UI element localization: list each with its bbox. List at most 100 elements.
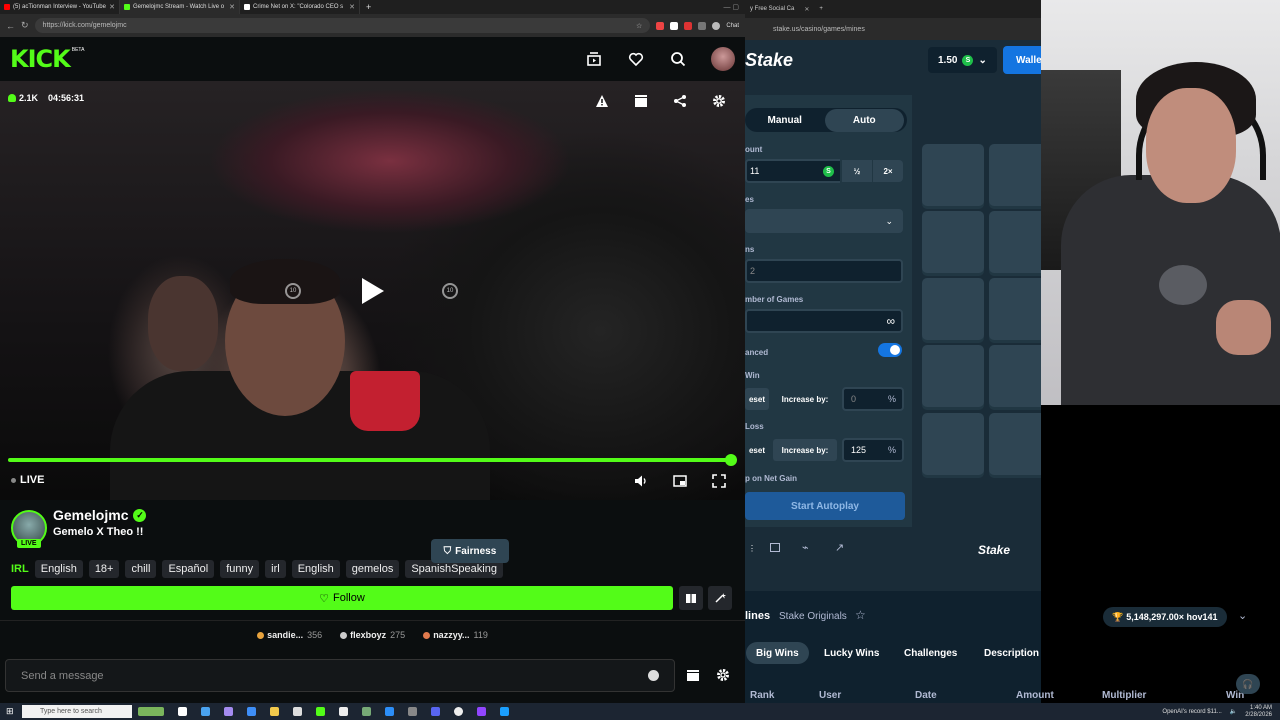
browser-tab-kick[interactable]: Gemelojmc Stream - Watch Live o ✕ — [120, 0, 240, 14]
live-indicator[interactable]: LIVE — [11, 474, 44, 486]
volume-icon[interactable]: 🔈 — [1230, 708, 1237, 715]
taskbar-app-icon[interactable] — [293, 707, 302, 716]
taskbar-app-icon[interactable] — [339, 707, 348, 716]
taskbar-app-icon[interactable] — [270, 707, 279, 716]
tab-auto[interactable]: Auto — [824, 108, 904, 132]
close-tab-icon[interactable]: ✕ — [109, 3, 115, 11]
mine-tile[interactable] — [989, 345, 1041, 407]
mine-tile[interactable] — [922, 211, 984, 273]
browser-tab-youtube[interactable]: (5) acTionman Interview - YouTube ✕ — [0, 0, 120, 14]
mine-tile[interactable] — [922, 413, 984, 475]
tag[interactable]: funny — [220, 560, 260, 578]
tag[interactable]: 18+ — [88, 560, 120, 578]
url-field[interactable]: https://kick.com/gemelojmc ☆ — [34, 18, 651, 33]
footer-toolbar-icon[interactable]: ⋮ — [748, 544, 756, 553]
taskbar-app-icon[interactable] — [454, 707, 463, 716]
tag[interactable]: English — [291, 560, 340, 578]
taskbar-app-icon[interactable] — [178, 707, 187, 716]
tag[interactable]: irl — [265, 560, 286, 578]
on-loss-reset-button[interactable]: eset — [745, 439, 769, 461]
picture-in-picture-icon[interactable] — [672, 473, 688, 489]
chevron-down-icon[interactable]: ⌄ — [1238, 609, 1247, 622]
advanced-toggle[interactable] — [878, 343, 902, 357]
on-loss-percent-input[interactable]: 125% — [842, 438, 904, 462]
emoji-icon[interactable] — [648, 670, 659, 681]
popout-icon[interactable]: ↗ — [835, 541, 844, 554]
chat-input[interactable]: Send a message — [5, 659, 675, 692]
gift-sub-button[interactable] — [679, 586, 703, 610]
gems-input[interactable]: 2 — [745, 259, 903, 283]
theatre-mode-icon[interactable] — [770, 543, 780, 552]
tab-lucky-wins[interactable]: Lucky Wins — [814, 642, 889, 664]
emote-tools-button[interactable] — [708, 586, 732, 610]
rewind-10-icon[interactable]: 10 — [285, 283, 301, 299]
browser-tab-x[interactable]: Crime Net on X: "Colorado CEO s ✕ — [240, 0, 360, 14]
new-tab-button[interactable]: + — [819, 6, 823, 12]
on-win-percent-input[interactable]: 0% — [842, 387, 904, 411]
bookmark-icon[interactable]: ☆ — [636, 22, 642, 30]
star-icon[interactable]: ☆ — [855, 608, 866, 622]
mine-tile[interactable] — [922, 278, 984, 340]
progress-bar[interactable] — [8, 454, 737, 466]
chat-settings-icon[interactable] — [716, 668, 730, 687]
progress-handle[interactable] — [725, 454, 737, 466]
follow-button[interactable]: ♡ Follow — [11, 586, 673, 610]
volume-icon[interactable] — [633, 473, 649, 489]
tag[interactable]: English — [34, 560, 83, 578]
taskbar-app-icon[interactable] — [408, 707, 417, 716]
taskbar-app-icon[interactable] — [385, 707, 394, 716]
support-icon[interactable]: 🎧 — [1236, 674, 1260, 694]
fullscreen-icon[interactable] — [711, 473, 727, 489]
close-tab-icon[interactable]: ✕ — [349, 3, 355, 11]
number-of-games-input[interactable]: ∞ — [745, 309, 903, 333]
forward-10-icon[interactable]: 10 — [442, 283, 458, 299]
taskbar-search[interactable]: Type here to search — [22, 705, 132, 718]
stats-icon[interactable]: ⌁ — [802, 541, 809, 554]
stake-url-bar[interactable]: stake.us/casino/games/mines — [745, 18, 1041, 40]
reload-icon[interactable]: ↻ — [21, 20, 29, 31]
chat-gift-icon[interactable] — [686, 668, 700, 687]
user-avatar[interactable] — [711, 47, 735, 71]
close-tab-icon[interactable]: ✕ — [229, 3, 235, 11]
on-win-reset-button[interactable]: eset — [745, 388, 769, 410]
profile-icon[interactable] — [712, 21, 721, 30]
search-highlight-icon[interactable] — [138, 707, 164, 716]
mine-tile[interactable] — [989, 211, 1041, 273]
back-icon[interactable]: ← — [6, 21, 15, 31]
taskbar-app-icon[interactable] — [477, 707, 486, 716]
mine-tile[interactable] — [989, 278, 1041, 340]
new-tab-button[interactable]: + — [366, 2, 371, 12]
extension-icon[interactable] — [698, 21, 707, 30]
chat-extension-label[interactable]: Chat — [726, 23, 739, 29]
half-bet-button[interactable]: ½ — [842, 160, 872, 182]
play-button[interactable] — [362, 278, 384, 304]
mine-tile[interactable] — [989, 413, 1041, 475]
tag[interactable]: chill — [125, 560, 157, 578]
report-icon[interactable] — [594, 93, 610, 109]
top-win-badge[interactable]: 🏆 5,148,297.00× hov141 — [1103, 607, 1227, 627]
taskbar-app-icon[interactable] — [431, 707, 440, 716]
tab-manual[interactable]: Manual — [745, 109, 825, 132]
taskbar-app-icon[interactable] — [362, 707, 371, 716]
kick-logo[interactable]: KICK — [10, 45, 71, 73]
start-autoplay-button[interactable]: Start Autoplay — [745, 492, 905, 520]
window-controls[interactable]: — ▢ — [723, 3, 739, 11]
bet-amount-input[interactable]: 11 S — [745, 159, 840, 183]
taskbar-app-icon[interactable] — [316, 707, 325, 716]
mine-tile[interactable] — [922, 345, 984, 407]
mines-select[interactable]: ⌄ — [745, 209, 903, 233]
mine-tile[interactable] — [922, 144, 984, 206]
extension-icon[interactable] — [684, 21, 693, 30]
on-loss-increase-button[interactable]: Increase by: — [773, 439, 837, 461]
taskbar-app-icon[interactable] — [201, 707, 210, 716]
close-tab-icon[interactable]: ✕ — [804, 6, 809, 13]
leaderboard-entry[interactable]: nazzyy... 119 — [423, 630, 488, 640]
heart-icon[interactable] — [627, 50, 645, 68]
tag[interactable]: gemelos — [345, 560, 400, 578]
double-bet-button[interactable]: 2× — [873, 160, 903, 182]
category-link[interactable]: IRL — [11, 563, 29, 575]
search-icon[interactable] — [669, 50, 687, 68]
extension-icon[interactable] — [670, 21, 679, 30]
stake-logo[interactable]: Stake — [745, 50, 793, 71]
mine-tile[interactable] — [989, 144, 1041, 206]
